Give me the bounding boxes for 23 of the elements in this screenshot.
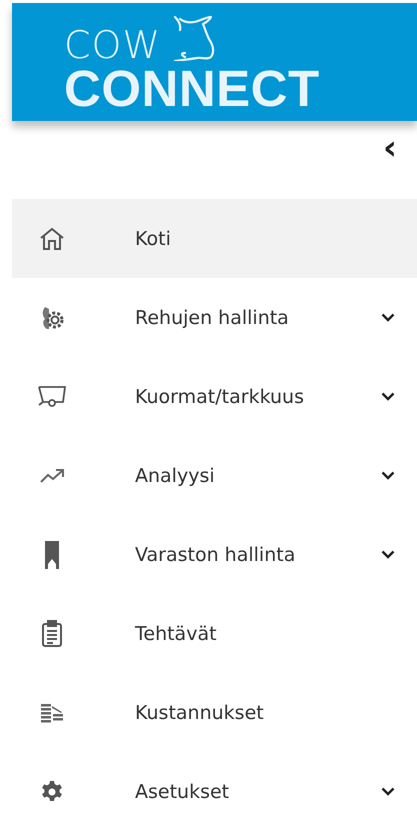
menu-item[interactable]: Tehtävät — [12, 594, 417, 673]
chevron-down-icon — [381, 313, 395, 322]
trend-icon — [38, 468, 64, 484]
chevron-down-icon — [381, 471, 395, 480]
bookmark-icon — [44, 540, 60, 570]
collapse-button[interactable]: ‹ — [378, 133, 401, 163]
settings-icon — [40, 780, 64, 804]
menu-item[interactable]: Kuormat/tarkkuus — [12, 357, 417, 436]
menu-item[interactable]: Koti — [12, 199, 417, 278]
logo-text: COW — [64, 27, 162, 63]
home-icon — [38, 226, 64, 252]
menu-item[interactable]: Varaston hallinta — [12, 515, 417, 594]
menu-item[interactable]: Asetukset — [12, 752, 417, 813]
chevron-down-icon — [381, 392, 395, 401]
menu-item[interactable]: Rehujen hallinta — [12, 278, 417, 357]
chevron-down-icon — [381, 550, 395, 559]
clipboard-icon — [40, 620, 62, 648]
menu-item[interactable]: Kustannukset — [12, 673, 417, 752]
cart-icon — [36, 384, 66, 410]
menu-item[interactable]: Analyysi — [12, 436, 417, 515]
logo-text: CONNECT — [64, 63, 320, 115]
cost-stack-icon — [40, 702, 64, 722]
chevron-down-icon — [381, 787, 395, 796]
